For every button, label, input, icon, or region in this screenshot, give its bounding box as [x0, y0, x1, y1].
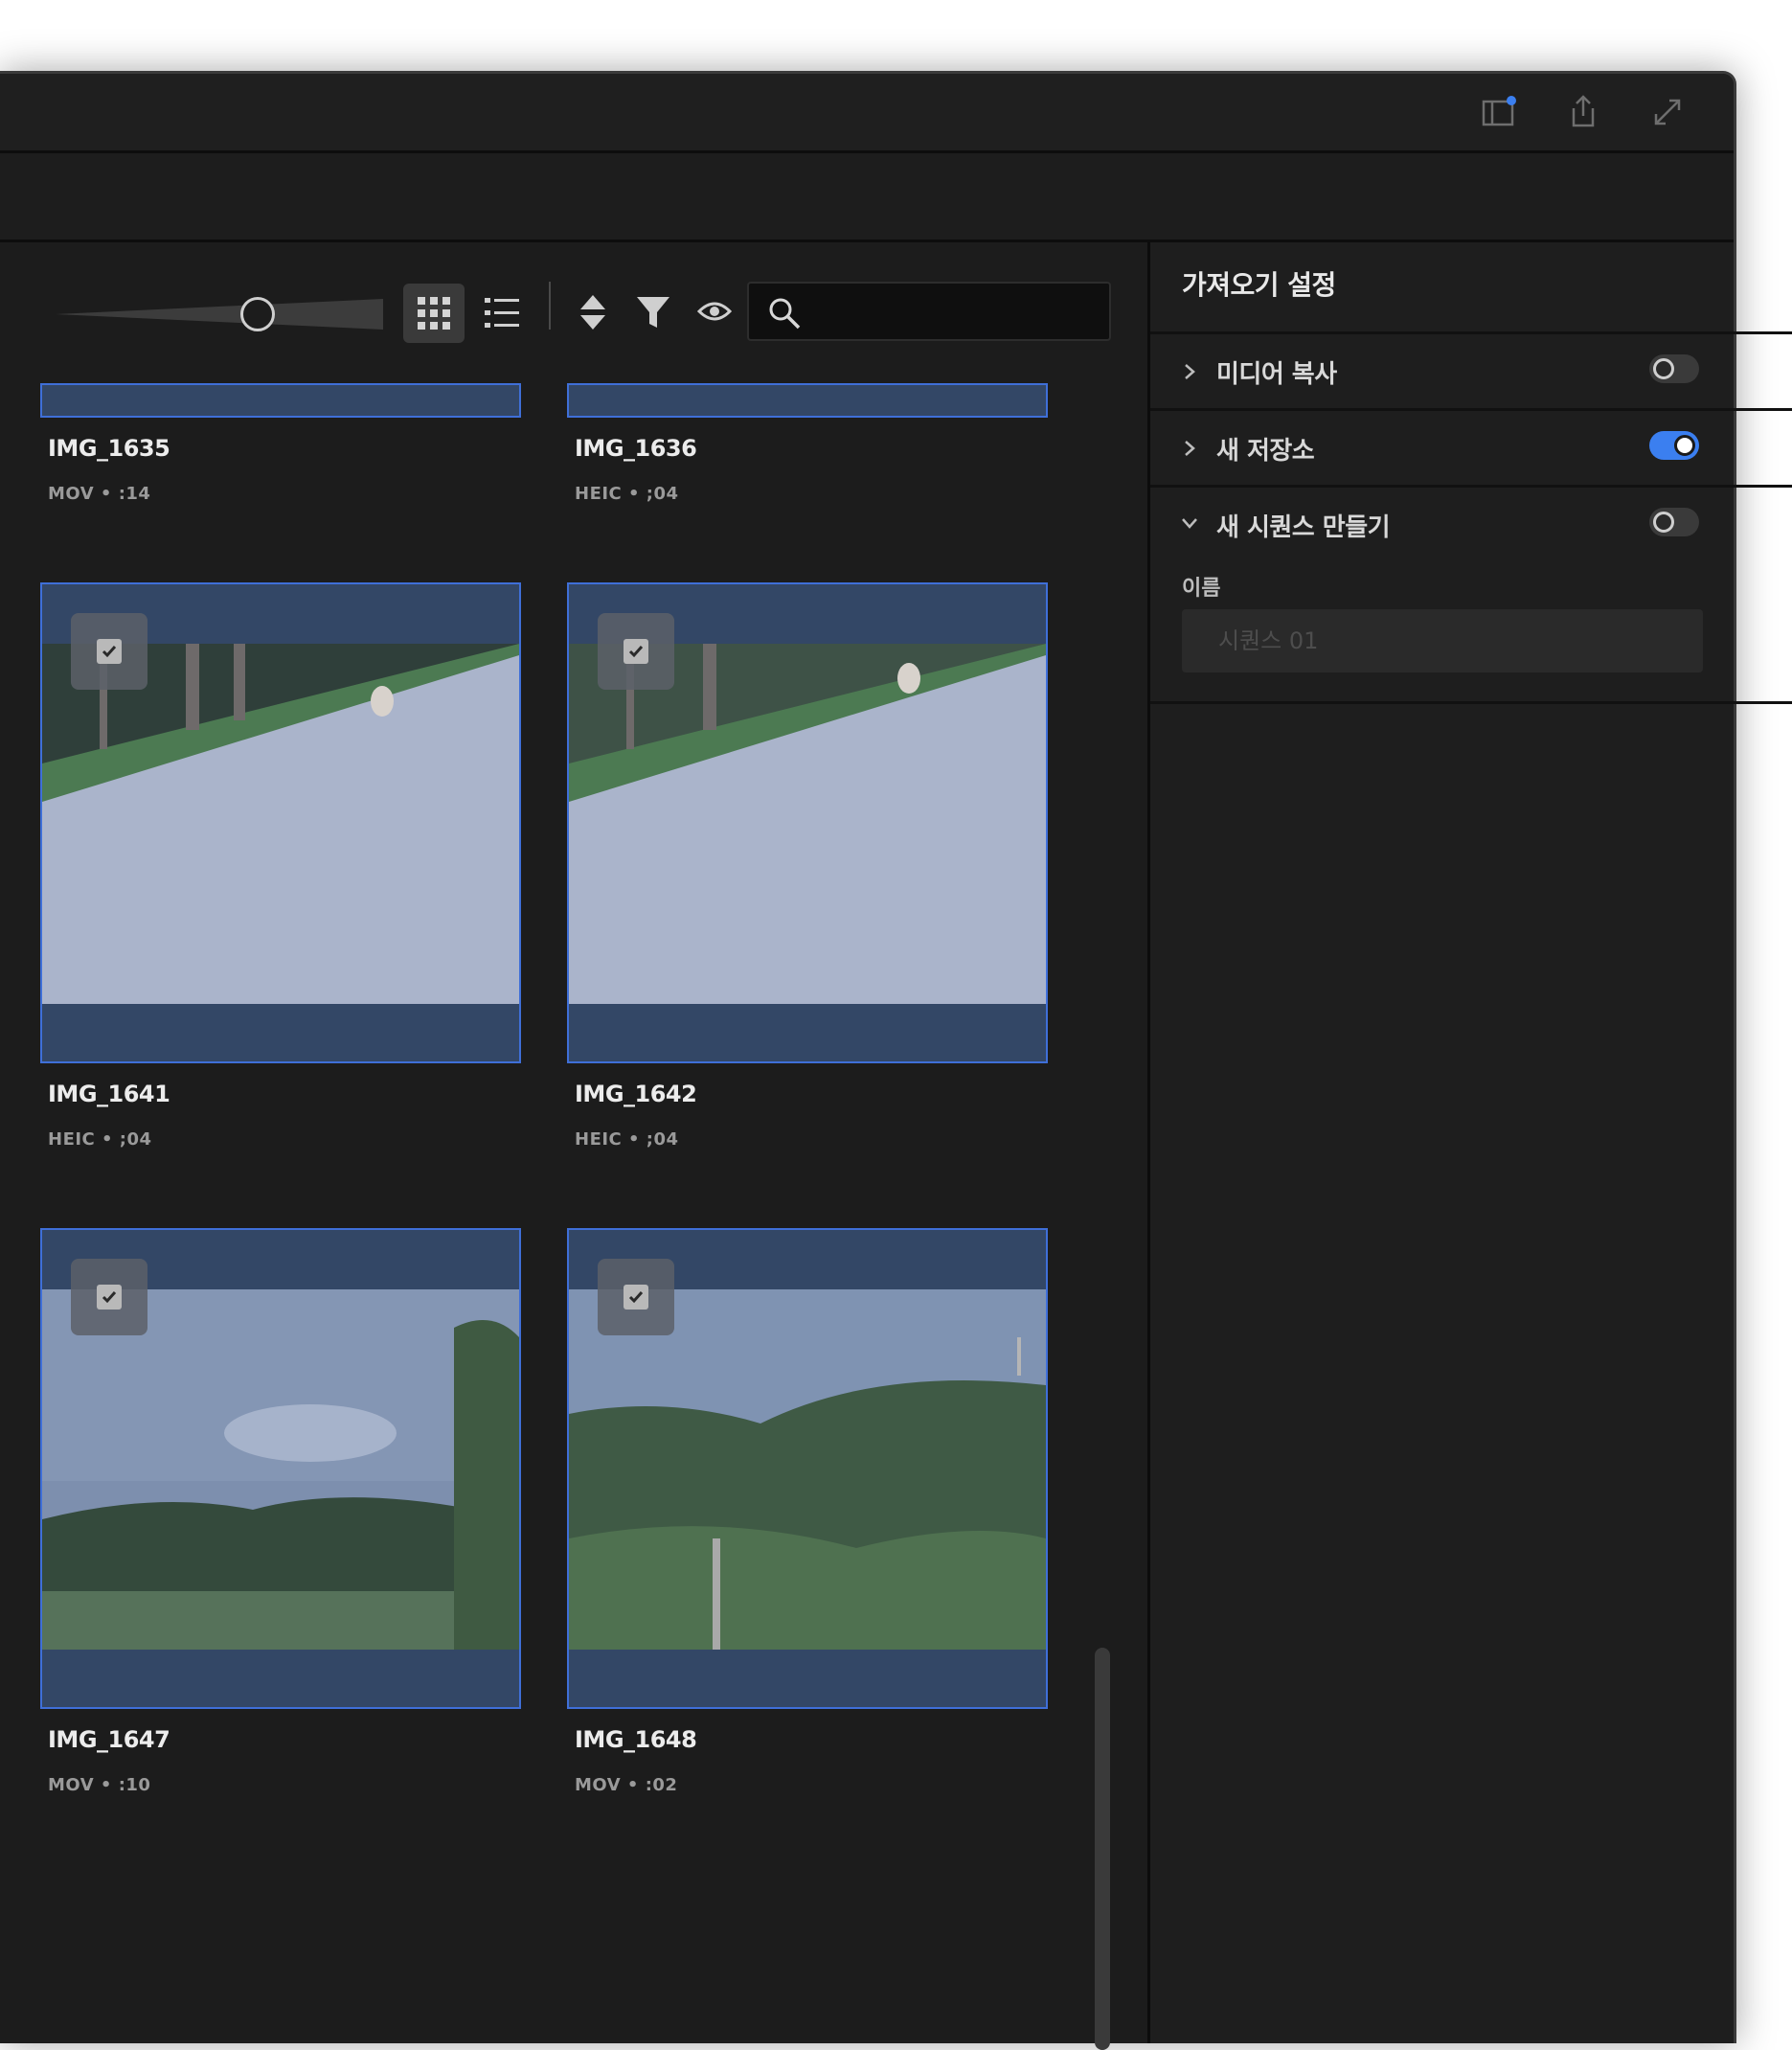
filter-icon[interactable] — [636, 295, 670, 330]
secondary-toolbar — [0, 153, 1734, 242]
media-browser — [0, 242, 1147, 2043]
sort-icon[interactable] — [578, 293, 607, 331]
new-bin-label[interactable]: 새 저장소 — [1216, 431, 1315, 467]
sequence-name-field[interactable] — [1182, 609, 1703, 672]
toolbar-separator — [549, 282, 551, 330]
thumbnail-path — [42, 644, 519, 1004]
tile-name: IMG_1636 — [575, 435, 697, 462]
tile-meta: HEIC • ;04 — [575, 1129, 679, 1150]
select-checkbox[interactable] — [598, 1259, 674, 1335]
grid-view-icon — [418, 297, 450, 330]
thumbnail-size-slider[interactable] — [56, 297, 383, 331]
sequence-name-label: 이름 — [1182, 577, 1221, 601]
grid-view-button[interactable] — [403, 284, 465, 343]
new-sequence-toggle[interactable] — [1649, 508, 1699, 536]
scrollbar-thumb[interactable] — [1095, 1648, 1110, 2050]
check-icon — [102, 1291, 117, 1304]
tile-name: IMG_1647 — [48, 1726, 170, 1753]
tile-meta: HEIC • ;04 — [48, 1129, 152, 1150]
media-tile[interactable] — [40, 1228, 521, 1709]
chevron-right-icon[interactable] — [1180, 439, 1199, 458]
copy-media-label[interactable]: 미디어 복사 — [1216, 354, 1337, 390]
media-tile[interactable] — [567, 582, 1048, 1063]
tile-name: IMG_1648 — [575, 1726, 697, 1753]
tile-name: IMG_1642 — [575, 1081, 697, 1107]
copy-media-toggle[interactable] — [1649, 354, 1699, 383]
search-icon — [769, 298, 801, 330]
title-bar — [0, 74, 1734, 153]
eye-icon[interactable] — [697, 299, 732, 324]
check-icon — [102, 646, 117, 658]
media-tile[interactable] — [567, 1228, 1048, 1709]
panel-notification-icon[interactable] — [1480, 93, 1518, 131]
media-tile[interactable] — [40, 383, 521, 418]
chevron-right-icon[interactable] — [1180, 362, 1199, 381]
tile-name: IMG_1641 — [48, 1081, 170, 1107]
share-icon[interactable] — [1564, 93, 1602, 131]
select-checkbox[interactable] — [598, 613, 674, 690]
divider — [1150, 408, 1792, 411]
slider-knob[interactable] — [240, 297, 275, 331]
thumbnail-mountain — [569, 1289, 1046, 1650]
select-checkbox[interactable] — [71, 613, 147, 690]
search-input[interactable] — [810, 293, 1101, 333]
tile-meta: MOV • :14 — [48, 484, 151, 504]
divider — [1150, 331, 1792, 334]
new-sequence-label[interactable]: 새 시퀀스 만들기 — [1216, 508, 1391, 543]
tile-meta: MOV • :10 — [48, 1775, 151, 1795]
select-checkbox[interactable] — [71, 1259, 147, 1335]
check-icon — [628, 646, 644, 658]
divider — [1150, 701, 1792, 704]
media-tile[interactable] — [567, 383, 1048, 418]
divider — [1150, 485, 1792, 488]
tile-meta: HEIC • ;04 — [575, 484, 679, 504]
tile-name: IMG_1635 — [48, 435, 170, 462]
chevron-down-icon[interactable] — [1180, 513, 1199, 533]
thumbnail-path — [569, 644, 1046, 1004]
list-view-icon[interactable] — [485, 295, 519, 330]
search-box[interactable] — [747, 282, 1111, 341]
settings-title: 가져오기 설정 — [1182, 269, 1336, 301]
tile-meta: MOV • :02 — [575, 1775, 678, 1795]
new-bin-toggle[interactable] — [1649, 431, 1699, 460]
check-icon — [628, 1291, 644, 1304]
expand-icon[interactable] — [1648, 93, 1687, 131]
thumbnail-sky — [42, 1289, 519, 1650]
media-tile[interactable] — [40, 582, 521, 1063]
